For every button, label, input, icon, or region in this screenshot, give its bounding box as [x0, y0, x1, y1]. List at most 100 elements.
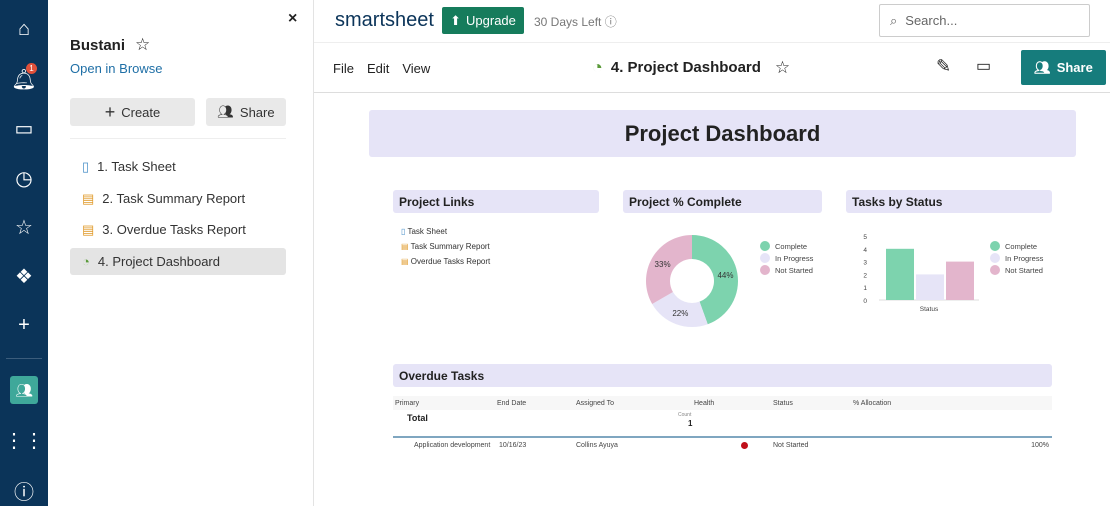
trial-text: 30 Days Left: [534, 15, 602, 29]
panel-item-task-summary[interactable]: ▤ 2. Task Summary Report: [70, 185, 286, 212]
total-label: Total: [407, 413, 428, 423]
share-label: Share: [1056, 60, 1093, 75]
apps-grid-icon[interactable]: ⋮⋮: [4, 426, 44, 454]
upgrade-icon: ⬆: [450, 12, 462, 28]
upgrade-button[interactable]: ⬆ Upgrade: [442, 7, 524, 34]
table-row[interactable]: Application development 10/16/23 Collins…: [393, 438, 1052, 452]
panel-share-button[interactable]: 👥︎ Share: [206, 98, 286, 126]
x-axis-label: Status: [920, 306, 939, 313]
legend-label: In Progress: [1005, 253, 1044, 263]
legend-label: Complete: [1005, 241, 1038, 251]
col-health: Health: [694, 399, 715, 407]
dashboard-icon: ◔: [82, 254, 90, 269]
present-icon[interactable]: ▭: [976, 56, 991, 76]
left-nav: ⌂ 🔔︎ 1 ▭ ◷ ☆ ❖ + 👥︎ ⋮⋮ ⓘ: [0, 0, 48, 506]
legend-swatch: [760, 265, 770, 275]
create-button[interactable]: + Create: [70, 98, 195, 126]
panel-item-overdue[interactable]: ▤ 3. Overdue Tasks Report: [70, 216, 286, 243]
upgrade-label: Upgrade: [466, 13, 516, 28]
y-tick-label: 2: [863, 272, 867, 279]
search-input[interactable]: ⌕ Search...: [879, 4, 1090, 37]
legend-swatch: [990, 253, 1000, 263]
y-tick-label: 3: [863, 260, 867, 267]
item-label: 1. Task Sheet: [97, 159, 176, 174]
legend-complete: Complete: [990, 240, 1043, 252]
project-links-header: Project Links: [393, 190, 599, 213]
legend-not-started: Not Started: [990, 264, 1043, 276]
bar-chart: 0 1 2 3 4 5 Status: [863, 234, 979, 313]
legend-swatch: [760, 253, 770, 263]
bar-legend: Complete In Progress Not Started: [990, 240, 1043, 276]
plus-icon: +: [104, 101, 116, 122]
clock-icon[interactable]: ◷: [10, 164, 38, 192]
legend-complete: Complete: [760, 240, 813, 252]
dashboard-icon: ◔: [592, 57, 603, 77]
cell-end-date: 10/16/23: [499, 441, 527, 449]
link-label: Task Summary Report: [410, 242, 490, 251]
cell-primary: Application development: [414, 441, 491, 449]
link-task-summary[interactable]: ▤ Task Summary Report: [401, 239, 490, 254]
sheet-icon: ▯: [401, 227, 406, 236]
legend-in-progress: In Progress: [990, 252, 1043, 264]
edit-pencil-icon[interactable]: ✎: [936, 56, 951, 77]
panel-item-dashboard[interactable]: ◔ 4. Project Dashboard: [70, 248, 286, 275]
legend-label: In Progress: [775, 253, 814, 263]
link-task-sheet[interactable]: ▯ Task Sheet: [401, 224, 490, 239]
close-icon[interactable]: ×: [288, 10, 297, 28]
report-icon: ▤: [401, 257, 409, 266]
toolbar: File Edit View ◔ 4. Project Dashboard ☆ …: [314, 43, 1110, 93]
sheet-title: 4. Project Dashboard: [610, 59, 761, 76]
report-icon: ▤: [82, 190, 95, 206]
item-label: 4. Project Dashboard: [97, 254, 220, 269]
pie-legend: Complete In Progress Not Started: [760, 240, 813, 276]
favorite-star-icon[interactable]: ☆: [775, 58, 790, 78]
menu-file[interactable]: File: [333, 61, 354, 76]
panel-item-task-sheet[interactable]: ▯ 1. Task Sheet: [70, 153, 286, 180]
link-overdue[interactable]: ▤ Overdue Tasks Report: [401, 254, 490, 269]
favorite-star-icon[interactable]: ☆: [135, 35, 150, 55]
star-icon[interactable]: ☆: [10, 213, 38, 241]
table-header-row: Primary End Date Assigned To Health Stat…: [393, 396, 1052, 410]
info-icon[interactable]: ⓘ: [605, 15, 617, 29]
donut-slice-not-started: [646, 235, 692, 304]
bar-in-progress: [916, 274, 944, 300]
count-value: 1: [688, 419, 693, 428]
y-tick-label: 5: [863, 234, 867, 241]
help-icon[interactable]: ⓘ: [10, 476, 38, 504]
col-allocation: % Allocation: [853, 399, 892, 407]
col-primary: Primary: [395, 399, 420, 407]
plus-icon[interactable]: +: [10, 311, 38, 339]
folder-icon[interactable]: ▭: [10, 114, 38, 142]
share-button[interactable]: 👥︎ Share: [1021, 50, 1106, 85]
menu-edit[interactable]: Edit: [367, 61, 389, 76]
bar-not-started: [946, 261, 974, 300]
overdue-table: Primary End Date Assigned To Health Stat…: [393, 396, 1052, 452]
report-icon: ▤: [401, 242, 409, 251]
sheet-icon: ▯: [82, 158, 90, 174]
home-icon[interactable]: ⌂: [10, 15, 38, 43]
item-label: 2. Task Summary Report: [102, 191, 246, 206]
smartsheet-logo[interactable]: smartsheet: [335, 9, 434, 32]
col-status: Status: [773, 399, 793, 407]
legend-not-started: Not Started: [760, 264, 813, 276]
col-assigned: Assigned To: [576, 399, 615, 407]
people-icon: 👥︎: [1034, 59, 1051, 75]
link-label: Task Sheet: [407, 227, 448, 236]
solutions-icon[interactable]: ❖: [10, 262, 38, 290]
workspace-icon[interactable]: 👥︎: [10, 376, 38, 404]
item-label: 3. Overdue Tasks Report: [102, 222, 246, 237]
y-tick-label: 1: [863, 285, 867, 292]
project-links-widget: ▯ Task Sheet ▤ Task Summary Report ▤ Ove…: [401, 224, 490, 269]
people-icon: 👥︎: [217, 104, 234, 119]
legend-in-progress: In Progress: [760, 252, 813, 264]
bar-header: Tasks by Status: [846, 190, 1052, 213]
share-label: Share: [239, 104, 275, 120]
menu-view[interactable]: View: [402, 61, 430, 76]
donut-label: 22%: [672, 309, 688, 318]
legend-swatch: [990, 241, 1000, 251]
open-in-browse-link[interactable]: Open in Browse: [70, 61, 163, 76]
create-label: Create: [121, 104, 161, 120]
donut-label: 44%: [717, 271, 733, 280]
cell-allocation: 100%: [1031, 441, 1049, 449]
pie-header: Project % Complete: [623, 190, 822, 213]
